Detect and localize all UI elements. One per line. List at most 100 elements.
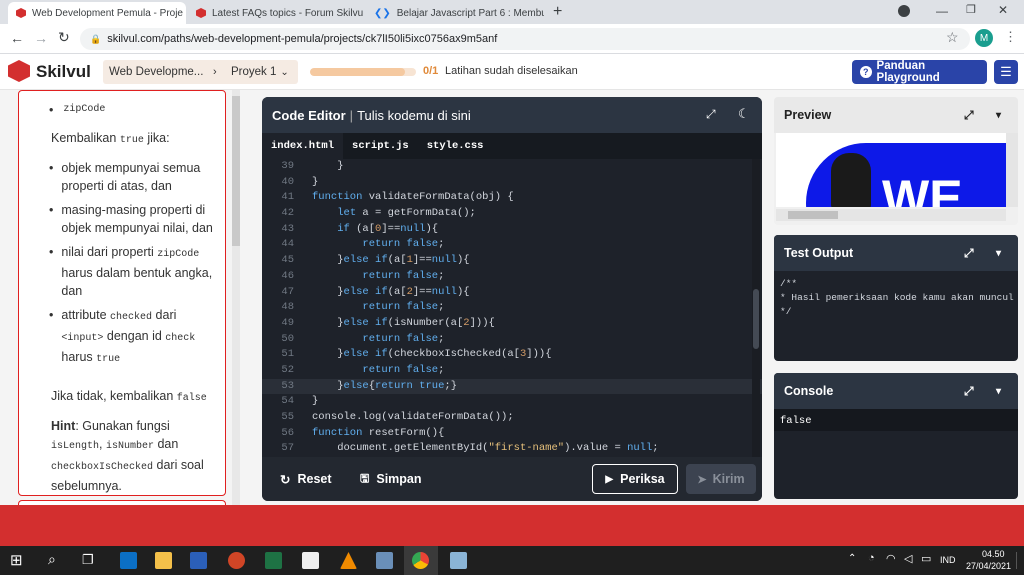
- task-view-icon[interactable]: ❐: [82, 552, 94, 568]
- expand-icon[interactable]: ⤢: [706, 107, 716, 122]
- line-number: 54: [281, 395, 294, 408]
- tab-search-icon[interactable]: [898, 5, 910, 17]
- editor-title: Code Editor: [272, 107, 346, 123]
- instructions-scrollbar[interactable]: [232, 90, 240, 505]
- file-explorer-icon[interactable]: [155, 552, 172, 569]
- progress-count: 0/1: [423, 65, 439, 77]
- preview-hscroll[interactable]: [776, 209, 1006, 221]
- language-indicator[interactable]: IND: [940, 555, 956, 565]
- code-line[interactable]: 48 return false;: [262, 300, 762, 316]
- battery-icon[interactable]: ▭: [921, 552, 931, 565]
- profile-avatar[interactable]: M: [975, 29, 993, 47]
- chevron-right-icon: ›: [213, 66, 217, 78]
- tab-script-js[interactable]: script.js: [343, 133, 418, 159]
- code-line[interactable]: 40}: [262, 175, 762, 191]
- restore-icon[interactable]: ❐: [966, 3, 976, 16]
- test-output-title: Test Output: [784, 246, 854, 260]
- code-line[interactable]: 55 console.log(validateFormData());: [262, 410, 762, 426]
- code-line[interactable]: 44 return false;: [262, 237, 762, 253]
- paper-plane-icon: ➤: [697, 473, 707, 486]
- show-desktop[interactable]: [1016, 552, 1020, 569]
- chevron-down-icon[interactable]: ▾: [996, 248, 1001, 259]
- preview-header: Preview ⤢ ▾: [774, 97, 1018, 133]
- line-number: 55: [281, 411, 294, 423]
- vlc-icon[interactable]: [340, 552, 357, 569]
- reset-button[interactable]: ↻ Reset: [280, 472, 332, 487]
- guide-button[interactable]: ? Panduan Playground: [852, 60, 987, 84]
- minimize-icon[interactable]: —: [936, 4, 948, 18]
- code-scrollbar[interactable]: [752, 159, 760, 459]
- bookmark-star-icon[interactable]: ☆: [946, 29, 959, 46]
- browser-tab-skilvul[interactable]: Web Development Pemula - Proje ✕: [8, 2, 186, 24]
- code-line[interactable]: 46 return false;: [262, 269, 762, 285]
- code-line[interactable]: 52 return false;: [262, 363, 762, 379]
- clock-time[interactable]: 04.50: [982, 549, 1005, 559]
- chevron-down-icon[interactable]: ▾: [996, 110, 1001, 121]
- word-icon[interactable]: [190, 552, 207, 569]
- close-window-icon[interactable]: ✕: [998, 3, 1008, 17]
- chevron-up-icon[interactable]: ⌃: [848, 553, 856, 564]
- code-line[interactable]: 47 }else if(a[2]==null){: [262, 285, 762, 301]
- forward-icon[interactable]: →: [34, 30, 48, 46]
- app-header: Skilvul Web Developme... › Proyek 1 ⌄ 0/…: [0, 54, 1024, 90]
- breadcrumb-path[interactable]: Web Developme...: [103, 66, 213, 78]
- powerpoint-icon[interactable]: [228, 552, 245, 569]
- preview-vscroll[interactable]: [1006, 133, 1018, 207]
- logo-text[interactable]: Skilvul: [36, 62, 91, 82]
- code-line[interactable]: 41 function validateFormData(obj) {: [262, 190, 762, 206]
- breadcrumb-project[interactable]: Proyek 1: [231, 66, 276, 78]
- code-line[interactable]: 56 function resetForm(){: [262, 426, 762, 442]
- url-field[interactable]: 🔒 skilvul.com/paths/web-development-pemu…: [80, 28, 970, 50]
- code-line[interactable]: 53 }else{return true;}: [262, 378, 762, 395]
- chevron-down-icon[interactable]: ⌄: [280, 67, 288, 78]
- excel-icon[interactable]: [265, 552, 282, 569]
- code-line[interactable]: 54}: [262, 394, 762, 410]
- volume-icon[interactable]: ◁: [904, 552, 912, 565]
- skilvul-favicon-icon: [16, 8, 26, 18]
- code-line[interactable]: 50 return false;: [262, 332, 762, 348]
- skilvul-logo-icon[interactable]: [8, 60, 30, 82]
- console-panel: Console ⤢ ▾ false: [774, 373, 1018, 499]
- list-item: • masing-masing properti di objek mempuny…: [49, 203, 213, 235]
- expand-icon[interactable]: ⤢: [964, 246, 974, 261]
- eagle-illustration-icon: [831, 153, 871, 207]
- code-line[interactable]: 49 }else if(isNumber(a[2])){: [262, 316, 762, 332]
- browser-tab-belajar[interactable]: ❮❯ Belajar Javascript Part 6 : Membu ✕: [366, 2, 544, 24]
- windows-start-icon[interactable]: ⊞: [10, 551, 23, 569]
- wifi-icon[interactable]: ◠: [886, 552, 896, 565]
- chrome-icon[interactable]: [412, 552, 429, 569]
- dark-mode-moon-icon[interactable]: ☾: [738, 106, 750, 122]
- app-icon[interactable]: [376, 552, 393, 569]
- code-line[interactable]: 42 let a = getFormData();: [262, 206, 762, 222]
- browser-menu-icon[interactable]: ⋮: [1004, 29, 1017, 45]
- back-icon[interactable]: ←: [10, 30, 24, 46]
- check-button[interactable]: ▶ Periksa: [592, 464, 678, 494]
- else-text: Jika tidak, kembalikan false: [51, 389, 207, 404]
- search-icon[interactable]: ⌕: [48, 551, 56, 568]
- app-icon[interactable]: [450, 552, 467, 569]
- tab-style-css[interactable]: style.css: [418, 133, 493, 159]
- submit-button[interactable]: ➤ Kirim: [686, 464, 756, 494]
- chevron-down-icon[interactable]: ▾: [996, 386, 1001, 397]
- line-number: 50: [281, 332, 294, 345]
- tab-index-html[interactable]: index.html: [262, 133, 344, 159]
- code-line[interactable]: 45 }else if(a[1]==null){: [262, 253, 762, 269]
- expand-icon[interactable]: ⤢: [964, 384, 974, 399]
- new-tab-icon[interactable]: +: [553, 3, 562, 21]
- skilvul-favicon-icon: [196, 8, 206, 18]
- edge-icon[interactable]: [120, 552, 137, 569]
- clock-date[interactable]: 27/04/2021: [966, 561, 1011, 571]
- code-line[interactable]: 51 }else if(checkboxIsChecked(a[3])){: [262, 347, 762, 363]
- code-line[interactable]: 39 }: [262, 159, 762, 175]
- code-line[interactable]: 43 if (a[0]==null){: [262, 222, 762, 238]
- code-area[interactable]: 39 } 40} 41 function validateFormData(obj) …: [262, 159, 762, 461]
- hamburger-menu-icon[interactable]: ☰: [994, 60, 1018, 84]
- save-button[interactable]: 🖫 Simpan: [360, 470, 422, 489]
- code-line[interactable]: 57 document.getElementById("first-name")…: [262, 441, 762, 457]
- preview-frame[interactable]: WE: [776, 133, 1006, 207]
- expand-icon[interactable]: ⤢: [964, 108, 974, 123]
- reload-icon[interactable]: ↻: [58, 29, 70, 46]
- network-icon[interactable]: ◔: [868, 552, 875, 564]
- browser-tab-forum[interactable]: Latest FAQs topics - Forum Skilvu ✕: [188, 2, 364, 24]
- store-icon[interactable]: [302, 552, 319, 569]
